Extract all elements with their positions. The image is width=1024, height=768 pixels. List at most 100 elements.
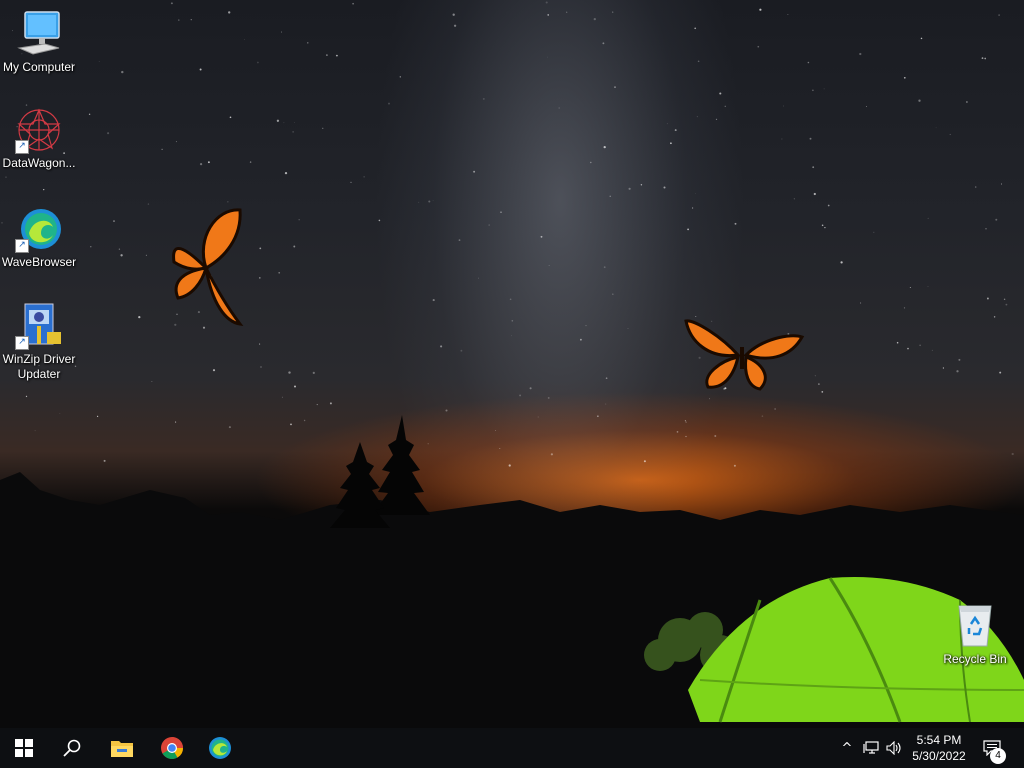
- desktop-icon-label: WaveBrowser: [1, 255, 77, 269]
- star: [458, 239, 461, 242]
- star: [293, 245, 296, 248]
- star: [715, 118, 718, 121]
- clock-time: 5:54 PM: [916, 733, 962, 747]
- star: [59, 412, 61, 414]
- wallpaper-scene: [0, 1, 1024, 728]
- star: [278, 271, 281, 274]
- star: [985, 228, 987, 230]
- star: [734, 222, 737, 225]
- star: [197, 311, 200, 314]
- star: [145, 254, 147, 256]
- desktop-icon-winzip-driver-updater[interactable]: ↗ WinZip Driver Updater: [1, 302, 77, 382]
- search-button[interactable]: [48, 728, 96, 768]
- star: [175, 421, 177, 423]
- star: [927, 217, 929, 219]
- star: [999, 371, 1002, 374]
- star: [427, 443, 429, 445]
- star: [812, 89, 814, 92]
- star: [793, 198, 795, 200]
- star: [293, 122, 295, 124]
- desktop-icon-my-computer[interactable]: My Computer: [1, 10, 77, 75]
- star: [643, 460, 646, 463]
- star: [807, 61, 810, 64]
- star: [993, 316, 996, 318]
- star: [228, 426, 231, 429]
- star: [107, 132, 110, 135]
- star: [986, 297, 989, 300]
- star: [283, 122, 285, 124]
- star: [88, 113, 91, 116]
- edge-button[interactable]: [196, 728, 244, 768]
- start-button[interactable]: [0, 728, 48, 768]
- star: [199, 68, 202, 71]
- star: [170, 2, 173, 5]
- desktop-icon-recycle-bin[interactable]: Recycle Bin: [937, 602, 1013, 667]
- star: [329, 402, 332, 405]
- star: [495, 430, 496, 431]
- star: [363, 176, 365, 178]
- desktop-icon-label: WinZip Driver Updater: [2, 352, 76, 381]
- star: [995, 218, 998, 221]
- star: [178, 19, 180, 21]
- star: [499, 448, 501, 449]
- star: [335, 54, 338, 57]
- shortcut-arrow-icon: ↗: [15, 140, 29, 154]
- star: [1011, 452, 1014, 456]
- star: [918, 99, 921, 102]
- butterfly-right: [684, 319, 805, 391]
- star: [228, 11, 231, 14]
- file-explorer-icon: [111, 741, 133, 757]
- star: [290, 423, 292, 426]
- wavebrowser-icon: ↗: [15, 205, 63, 253]
- star: [257, 61, 259, 64]
- star: [307, 42, 309, 44]
- desktop-icon-datawagon[interactable]: ↗ DataWagon...: [1, 106, 77, 171]
- star: [907, 347, 909, 350]
- star: [612, 11, 614, 13]
- clock[interactable]: 5:54 PM 5/30/2022: [906, 732, 972, 764]
- star: [676, 431, 679, 433]
- star: [614, 86, 616, 88]
- star: [935, 127, 937, 129]
- star: [460, 349, 463, 352]
- star: [288, 371, 291, 374]
- star: [113, 220, 115, 223]
- star: [860, 302, 862, 304]
- chevron-up-icon: ^: [841, 740, 853, 756]
- file-explorer-button[interactable]: [98, 728, 146, 768]
- star: [174, 323, 177, 326]
- star: [1003, 298, 1006, 301]
- network-button[interactable]: [860, 728, 882, 768]
- star: [482, 97, 485, 100]
- star: [809, 137, 812, 140]
- star: [547, 14, 550, 16]
- star: [96, 415, 99, 418]
- star: [711, 320, 713, 322]
- desktop-icon-wavebrowser[interactable]: ↗ WaveBrowser: [1, 205, 77, 270]
- star: [590, 161, 592, 164]
- chrome-button[interactable]: [148, 728, 196, 768]
- star: [34, 430, 36, 432]
- star: [352, 2, 354, 5]
- star: [488, 224, 490, 226]
- shortcut-arrow-icon: ↗: [15, 336, 29, 350]
- show-hidden-icons-button[interactable]: ^: [838, 728, 856, 768]
- desktop-icon-label: My Computer: [2, 60, 76, 74]
- star: [161, 148, 163, 151]
- volume-button[interactable]: [884, 728, 906, 768]
- star: [547, 396, 550, 399]
- star: [903, 76, 906, 79]
- star: [545, 1, 548, 4]
- star: [312, 371, 315, 375]
- star: [998, 14, 1000, 16]
- star: [724, 387, 727, 390]
- star: [229, 116, 232, 119]
- star: [298, 219, 300, 221]
- star: [966, 101, 968, 103]
- star: [212, 369, 216, 372]
- star: [580, 338, 582, 341]
- star: [120, 254, 123, 257]
- star: [511, 335, 513, 337]
- datawagon-icon: ↗: [15, 106, 63, 154]
- recycle-bin-icon: [951, 602, 999, 650]
